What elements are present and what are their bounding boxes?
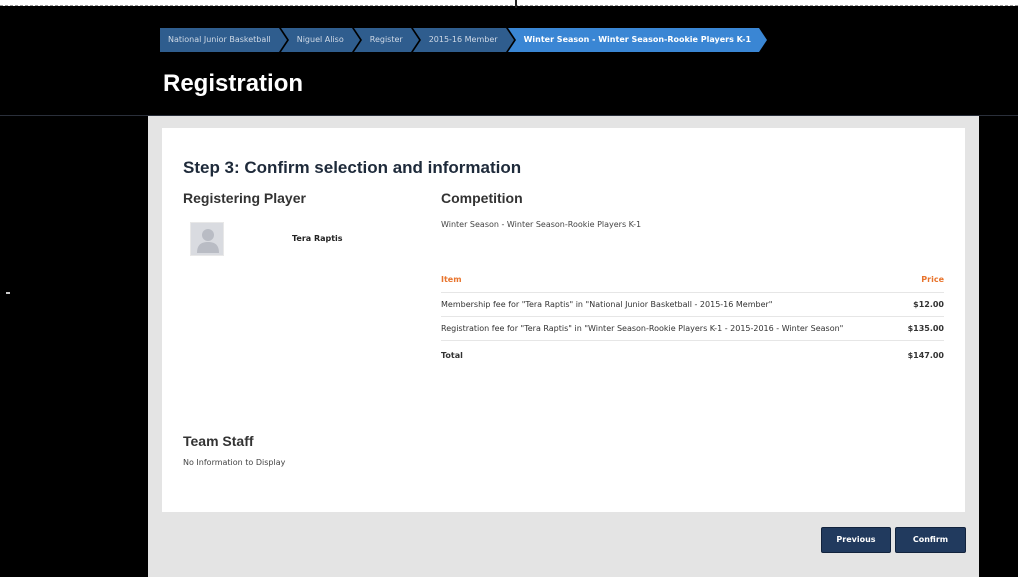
confirm-button[interactable]: Confirm xyxy=(895,527,966,553)
breadcrumb-item-competition[interactable]: Winter Season - Winter Season-Rookie Pla… xyxy=(507,28,768,52)
fee-item: Membership fee for "Tera Raptis" in "Nat… xyxy=(441,291,883,316)
fee-table: Item Price Membership fee for "Tera Rapt… xyxy=(441,268,944,370)
step-title: Step 3: Confirm selection and informatio… xyxy=(183,158,522,177)
breadcrumb-item-organization[interactable]: National Junior Basketball xyxy=(160,28,287,52)
registering-player-heading: Registering Player xyxy=(183,190,306,206)
table-header-row: Item Price xyxy=(441,268,944,292)
breadcrumb-item-club[interactable]: Niguel Aliso xyxy=(280,28,360,52)
column-header-price: Price xyxy=(921,275,944,285)
page-title: Registration xyxy=(163,70,304,97)
previous-button[interactable]: Previous xyxy=(821,527,891,553)
breadcrumb-item-membership[interactable]: 2015-16 Member xyxy=(412,28,514,52)
competition-heading: Competition xyxy=(441,190,523,206)
table-row: Registration fee for "Tera Raptis" in "W… xyxy=(441,315,944,340)
top-border xyxy=(0,0,1018,8)
total-label: Total xyxy=(441,339,883,370)
competition-name: Winter Season - Winter Season-Rookie Pla… xyxy=(441,220,642,229)
avatar xyxy=(190,222,224,256)
fee-price: $12.00 xyxy=(882,291,944,316)
breadcrumb-item-register[interactable]: Register xyxy=(353,28,419,52)
fee-item: Registration fee for "Tera Raptis" in "W… xyxy=(441,315,883,340)
player-name: Tera Raptis xyxy=(292,234,343,243)
main-panel: Step 3: Confirm selection and informatio… xyxy=(148,116,979,577)
table-row: Membership fee for "Tera Raptis" in "Nat… xyxy=(441,291,944,316)
breadcrumb: National Junior Basketball Niguel Aliso … xyxy=(160,28,768,52)
column-header-item: Item xyxy=(441,275,462,285)
team-staff-heading: Team Staff xyxy=(183,433,254,449)
confirmation-card: Step 3: Confirm selection and informatio… xyxy=(162,128,965,512)
total-price: $147.00 xyxy=(882,339,944,370)
team-staff-message: No Information to Display xyxy=(183,458,286,467)
side-mark xyxy=(6,292,10,294)
top-border-tick xyxy=(515,0,517,8)
fee-price: $135.00 xyxy=(882,315,944,340)
total-row: Total $147.00 xyxy=(441,339,944,370)
user-silhouette-icon xyxy=(197,229,219,253)
